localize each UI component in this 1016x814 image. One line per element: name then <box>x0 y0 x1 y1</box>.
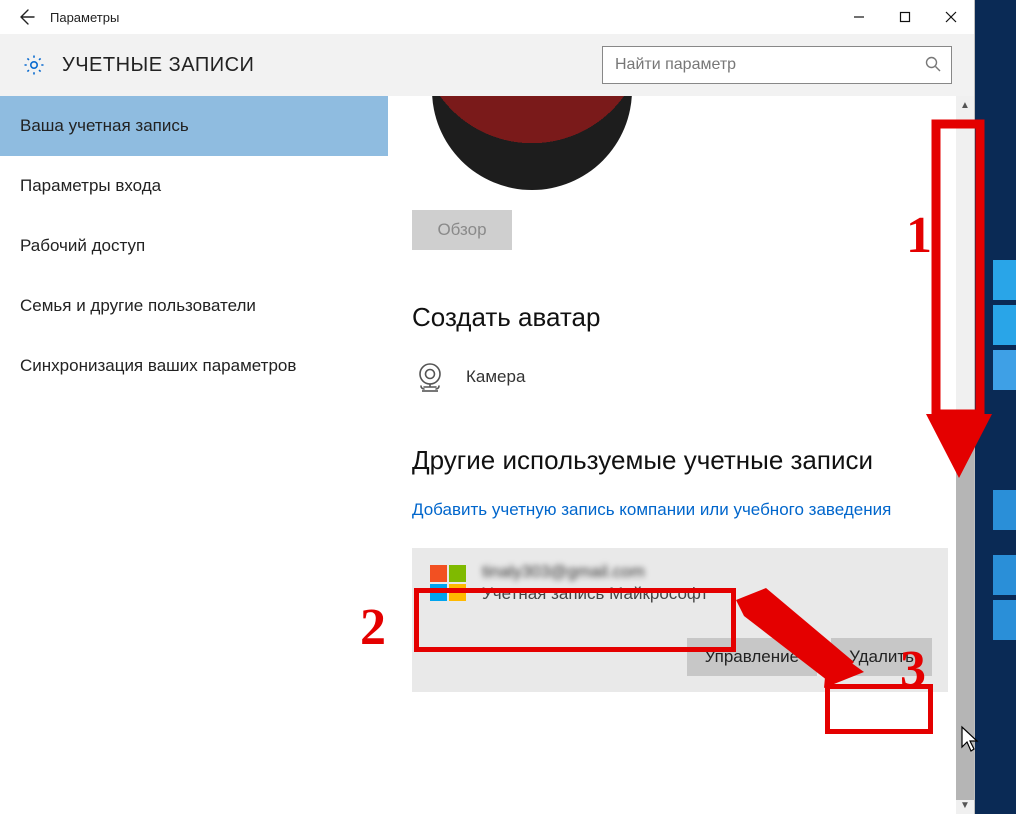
maximize-button[interactable] <box>882 0 928 34</box>
sidebar-item-family[interactable]: Семья и другие пользователи <box>0 276 388 336</box>
desktop-tile <box>993 350 1016 390</box>
arrow-left-icon <box>16 7 36 27</box>
sidebar-item-label: Ваша учетная запись <box>20 116 189 136</box>
window-controls <box>836 0 974 34</box>
window-title: Параметры <box>50 10 119 25</box>
overview-button[interactable]: Обзор <box>412 210 512 250</box>
desktop-tile <box>993 260 1016 300</box>
close-button[interactable] <box>928 0 974 34</box>
create-avatar-heading: Создать аватар <box>412 302 948 333</box>
sidebar: Ваша учетная запись Параметры входа Рабо… <box>0 96 388 814</box>
avatar <box>432 96 632 190</box>
sidebar-item-signin-options[interactable]: Параметры входа <box>0 156 388 216</box>
scroll-up-arrow[interactable]: ▲ <box>956 96 974 114</box>
minimize-button[interactable] <box>836 0 882 34</box>
desktop-tile <box>993 555 1016 595</box>
scroll-down-arrow[interactable]: ▼ <box>956 796 974 814</box>
maximize-icon <box>899 11 911 23</box>
sidebar-item-work-access[interactable]: Рабочий доступ <box>0 216 388 276</box>
desktop-background-strip <box>975 0 1016 814</box>
sidebar-item-label: Параметры входа <box>20 176 161 196</box>
account-type: Учетная запись Майкрософт <box>482 584 708 604</box>
sidebar-item-label: Рабочий доступ <box>20 236 145 256</box>
add-account-link[interactable]: Добавить учетную запись компании или уче… <box>412 500 948 520</box>
account-box: tinaly303@gmail.com Учетная запись Майкр… <box>412 548 948 692</box>
account-text: tinaly303@gmail.com Учетная запись Майкр… <box>482 562 708 604</box>
delete-button[interactable]: Удалить <box>831 638 932 676</box>
manage-button[interactable]: Управление <box>687 638 818 676</box>
desktop-tile <box>993 305 1016 345</box>
close-icon <box>945 11 957 23</box>
microsoft-logo-icon <box>428 563 468 603</box>
section-title: УЧЕТНЫЕ ЗАПИСИ <box>62 54 254 77</box>
sidebar-item-your-account[interactable]: Ваша учетная запись <box>0 96 388 156</box>
desktop-tile <box>993 600 1016 640</box>
sidebar-item-label: Семья и другие пользователи <box>20 296 256 316</box>
account-row[interactable]: tinaly303@gmail.com Учетная запись Майкр… <box>428 562 932 604</box>
camera-label: Камера <box>466 367 525 387</box>
titlebar: Параметры <box>0 0 974 34</box>
content-wrap: Обзор Создать аватар Камера Другие испол… <box>388 96 974 814</box>
back-button[interactable] <box>6 0 46 34</box>
camera-icon <box>412 359 448 395</box>
account-buttons: Управление Удалить <box>428 638 932 676</box>
search-input[interactable] <box>602 46 952 84</box>
search-wrap <box>602 46 952 84</box>
content: Обзор Создать аватар Камера Другие испол… <box>388 96 956 814</box>
settings-window: Параметры УЧЕТНЫЕ ЗАПИСИ <box>0 0 975 814</box>
scrollbar-thumb[interactable] <box>956 448 974 800</box>
header: УЧЕТНЫЕ ЗАПИСИ <box>0 34 974 96</box>
scrollbar-track[interactable]: ▲ ▼ <box>956 96 974 814</box>
search-icon <box>924 55 942 73</box>
camera-option[interactable]: Камера <box>412 359 948 395</box>
account-email: tinaly303@gmail.com <box>482 562 708 582</box>
sidebar-item-label: Синхронизация ваших параметров <box>20 356 296 376</box>
sidebar-item-sync[interactable]: Синхронизация ваших параметров <box>0 336 388 396</box>
desktop-tile <box>993 490 1016 530</box>
minimize-icon <box>853 11 865 23</box>
other-accounts-heading: Другие используемые учетные записи <box>412 445 948 476</box>
gear-icon <box>22 53 46 77</box>
body: Ваша учетная запись Параметры входа Рабо… <box>0 96 974 814</box>
